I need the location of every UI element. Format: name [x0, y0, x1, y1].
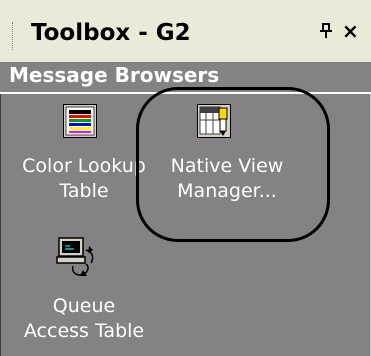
queue-access-table-item[interactable]: Queue Access Table: [11, 224, 157, 344]
item-label-line2: Manager...: [177, 180, 277, 202]
pin-icon[interactable]: [319, 23, 333, 44]
native-view-manager-item[interactable]: Native View Manager...: [154, 96, 300, 212]
close-icon[interactable]: ×: [342, 19, 359, 43]
view-manager-icon: [197, 104, 231, 142]
queue-computer-icon: [56, 236, 96, 282]
item-label-line2: Access Table: [23, 320, 145, 342]
toolbox-title: Toolbox - G2: [31, 20, 191, 46]
item-label-line1: Queue: [52, 295, 116, 317]
drag-grip-icon[interactable]: [12, 22, 16, 50]
color-lookup-table-item[interactable]: Color Lookup Table: [11, 96, 157, 212]
color-table-icon: [63, 104, 97, 142]
toolbox-panel: Toolbox - G2 × Message Browsers Color Lo…: [0, 0, 371, 356]
toolbox-content: Color Lookup Table Native View Manager..…: [0, 94, 371, 356]
item-label-line1: Color Lookup: [22, 155, 146, 177]
section-label: Message Browsers: [9, 63, 220, 87]
item-label-line1: Native View: [170, 155, 284, 177]
section-header-message-browsers[interactable]: Message Browsers: [0, 62, 371, 94]
item-label-line2: Table: [59, 180, 109, 202]
toolbox-titlebar[interactable]: Toolbox - G2 ×: [0, 0, 371, 63]
